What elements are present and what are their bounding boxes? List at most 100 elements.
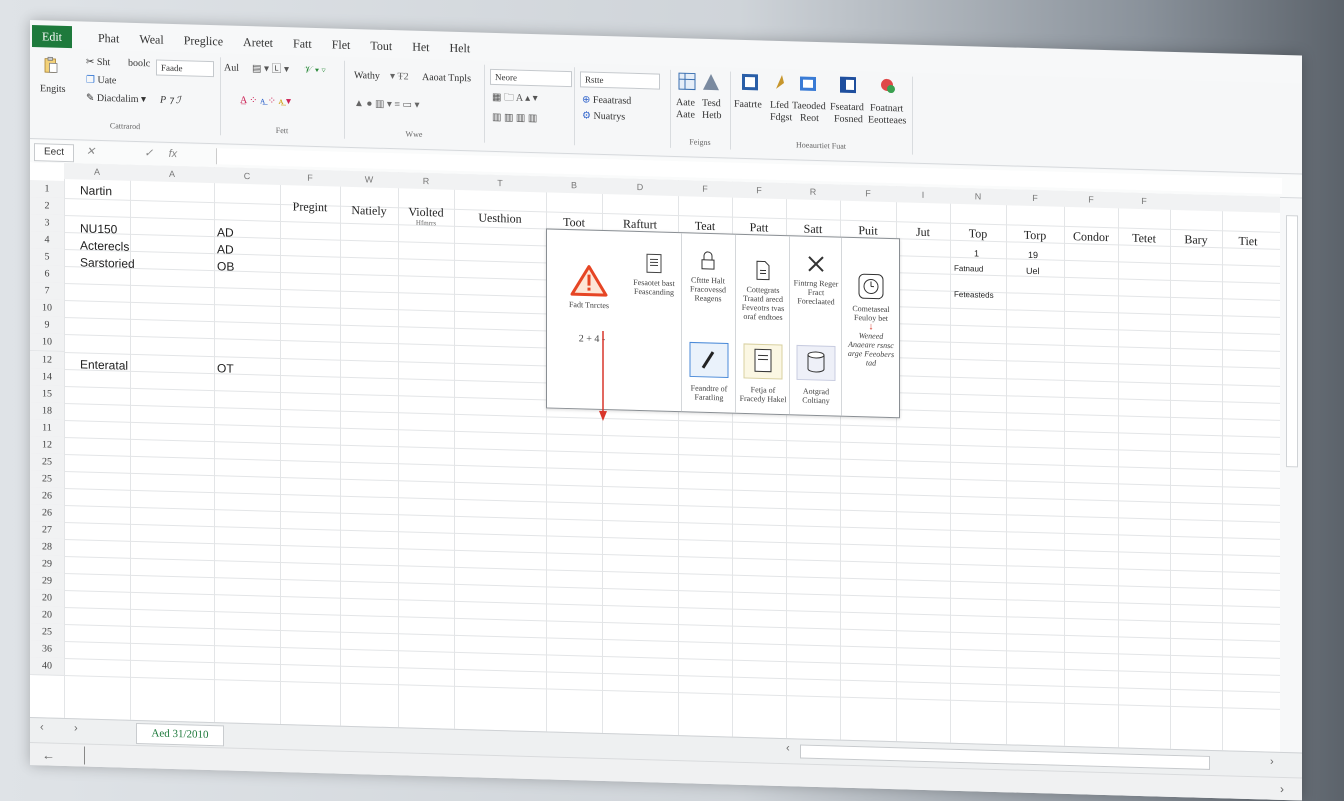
row-header-number[interactable]: 29	[30, 555, 65, 574]
panel-item-8[interactable]: Fetja of Fracedy Hakel	[739, 343, 787, 404]
italic-button[interactable]: P ⁊ ℐ	[160, 94, 181, 109]
row-header-number[interactable]: 6	[30, 265, 65, 284]
cell-c10[interactable]: OT	[217, 361, 234, 375]
font-size-arrows[interactable]: ▤ ▾ 🄻 ▾	[252, 62, 289, 77]
row-header-number[interactable]: 2	[30, 197, 65, 216]
name-box[interactable]: Eect	[34, 143, 74, 162]
panel-item-6[interactable]: Cometaseal Feuloy bet ↓ Weneed Anaeare r…	[845, 272, 897, 368]
tab-preglice[interactable]: Preglice	[174, 29, 233, 53]
row-header-number[interactable]: 4	[30, 231, 65, 250]
tab-het[interactable]: Het	[402, 35, 439, 58]
font-color-button[interactable]: A̲ ⁘ ᴀ̲ ⁘ ᴀ̲ ▾	[240, 94, 291, 109]
row-header-number[interactable]: 12	[30, 436, 65, 455]
row-header-number[interactable]: 27	[30, 521, 65, 540]
cell-a5[interactable]: Sarstoried	[80, 255, 135, 271]
row-header-number[interactable]: 26	[30, 487, 65, 506]
fx-icon[interactable]: ✕ ✓ fx	[86, 145, 177, 161]
number-format-select[interactable]: Neore	[490, 69, 572, 87]
insert-table-icon[interactable]	[678, 72, 696, 96]
row-header-number[interactable]: 25	[30, 623, 65, 642]
cut-button[interactable]: ✂ Sht	[86, 56, 110, 71]
row-header-number[interactable]: 40	[30, 657, 65, 676]
header-top[interactable]: Top	[950, 226, 1006, 243]
panel-item-7[interactable]: Feandtre of Faratling	[687, 341, 731, 402]
column-header-letter[interactable]: W	[340, 171, 399, 189]
scroll-right-icon[interactable]: ›	[1270, 756, 1274, 768]
align-dropdown[interactable]: ▾ Ŧ2	[390, 70, 409, 85]
tool-5-icon[interactable]	[878, 76, 898, 102]
tab-edit[interactable]: Edit	[32, 25, 72, 48]
worksheet-grid[interactable]: AACFWRTBDFFRFINFFF 123456710910121415181…	[30, 162, 1280, 752]
tab-phat[interactable]: Phat	[88, 27, 129, 50]
panel-item-3[interactable]: Cfttte Halt Fracovessd Reagens	[684, 249, 732, 303]
font-name-select[interactable]: Faade	[156, 60, 214, 78]
styles-item-1[interactable]: ⊕ Feaatrasd	[582, 93, 631, 108]
merge-label[interactable]: Aaoat Tnpls	[422, 71, 471, 86]
column-header-letter[interactable]: I	[896, 186, 951, 204]
wrap-label[interactable]: Wathy	[354, 69, 380, 84]
header-tiet[interactable]: Tiet	[1222, 233, 1274, 249]
fill-button[interactable]: 𝒱 ▾ ▿	[304, 64, 326, 79]
column-header-letter[interactable]: F	[840, 185, 897, 203]
column-header-letter[interactable]: F	[1064, 191, 1119, 209]
styles-item-2[interactable]: ⚙ Nuatrys	[582, 109, 625, 124]
column-header-letter[interactable]: F	[280, 169, 341, 187]
row-header-number[interactable]: 18	[30, 402, 65, 421]
column-header-letter[interactable]: C	[214, 167, 281, 185]
row-header-number[interactable]: 20	[30, 589, 65, 608]
panel-item-9[interactable]: Aotgrad Coltiany	[793, 344, 839, 405]
tab-fatt[interactable]: Fatt	[283, 32, 322, 55]
row-header-number[interactable]: 10	[30, 299, 65, 318]
status-right-arrow-icon[interactable]: ›	[1280, 782, 1284, 796]
column-header-letter[interactable]	[1170, 194, 1223, 211]
tab-flet[interactable]: Flet	[322, 33, 361, 56]
cell-a1[interactable]: Nartin	[80, 183, 112, 198]
column-header-letter[interactable]: R	[398, 172, 455, 190]
row-header-number[interactable]: 36	[30, 640, 65, 659]
row-header-number[interactable]: 10	[30, 333, 65, 352]
row-header-number[interactable]: 25	[30, 470, 65, 489]
column-header-letter[interactable]: A	[130, 165, 215, 183]
row-header-number[interactable]: 29	[30, 572, 65, 591]
row-header-number[interactable]: 7	[30, 282, 65, 301]
column-header-letter[interactable]: F	[732, 182, 787, 200]
row-header-number[interactable]: 15	[30, 385, 65, 404]
vertical-scrollbar[interactable]	[1286, 215, 1298, 467]
row-header-number[interactable]: 25	[30, 453, 65, 472]
column-header-letter[interactable]: B	[546, 176, 603, 194]
header-pregint[interactable]: Pregint	[280, 199, 340, 216]
row-header-number[interactable]: 1	[30, 180, 65, 199]
tool-4-icon[interactable]	[838, 75, 858, 101]
insert-shape-icon[interactable]	[702, 73, 720, 97]
row-header-number[interactable]: 12	[30, 351, 65, 370]
tool-1-icon[interactable]	[740, 72, 760, 98]
warning-item[interactable]: Fadt Tnrctes	[559, 264, 619, 311]
header-condor[interactable]: Condor	[1064, 229, 1118, 246]
row-header-number[interactable]: 9	[30, 316, 65, 335]
panel-item-4[interactable]: Cottegrats Traatd arecd Feveotrs tvas or…	[737, 259, 789, 322]
align-buttons[interactable]: ▲ ● ▥ ▾ ≡ ▭ ▾	[354, 97, 420, 113]
sheet-nav-next-icon[interactable]: ›	[74, 722, 78, 734]
cell-torp-4[interactable]: 19	[1028, 250, 1038, 260]
row-header-number[interactable]: 5	[30, 248, 65, 267]
column-header-letter[interactable]: R	[786, 183, 841, 201]
tool-2-icon[interactable]	[772, 73, 792, 99]
number-buttons-1[interactable]: ▦ 🗀 A ▴ ▾	[492, 91, 538, 106]
header-jut[interactable]: Jut	[896, 224, 950, 241]
tab-weal[interactable]: Weal	[129, 28, 173, 51]
format-painter-button[interactable]: ✎ Diacdalim ▾	[86, 92, 146, 108]
cell-c4[interactable]: AD	[217, 242, 234, 256]
cell-top-7[interactable]: Feteasteds	[954, 290, 994, 300]
tab-tout[interactable]: Tout	[360, 34, 402, 57]
header-torp[interactable]: Torp	[1006, 227, 1064, 244]
row-header-number[interactable]: 11	[30, 419, 65, 438]
copy-button[interactable]: ❐ Uate	[86, 74, 116, 89]
column-header-letter[interactable]: T	[454, 174, 547, 193]
cell-torp-5[interactable]: Uel	[1026, 266, 1040, 276]
column-header-letter[interactable]	[1222, 195, 1280, 213]
cell-top-4[interactable]: 1	[974, 248, 979, 258]
font-size-label[interactable]: Aul	[224, 61, 239, 75]
row-header-number[interactable]: 26	[30, 504, 65, 523]
header-natiely[interactable]: Natiely	[340, 203, 398, 220]
tab-helt[interactable]: Helt	[440, 36, 481, 59]
